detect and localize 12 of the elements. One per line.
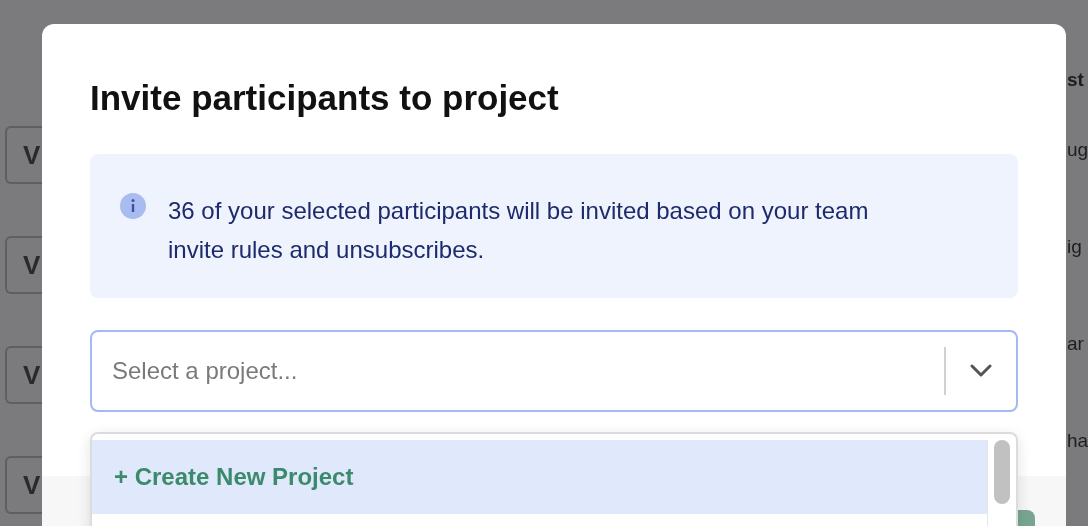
notice-text: 36 of your selected participants will be invited based on your team invite rules and unsubscribes. [168, 196, 870, 265]
chevron-down-icon [970, 364, 992, 378]
text-fragment: st [1067, 68, 1085, 92]
info-icon [120, 193, 146, 219]
scrollbar-thumb[interactable] [994, 440, 1010, 504]
project-select[interactable]: Select a project... [90, 330, 1018, 412]
dropdown-option[interactable]: + Create New Project [92, 440, 987, 514]
text-fragment: ig [1067, 235, 1083, 260]
text-fragment: ar [1067, 332, 1085, 356]
dialog-title: Invite participants to project [90, 77, 560, 119]
text-fragment: ug [1067, 138, 1088, 163]
text-fragment: ha [1067, 429, 1088, 453]
